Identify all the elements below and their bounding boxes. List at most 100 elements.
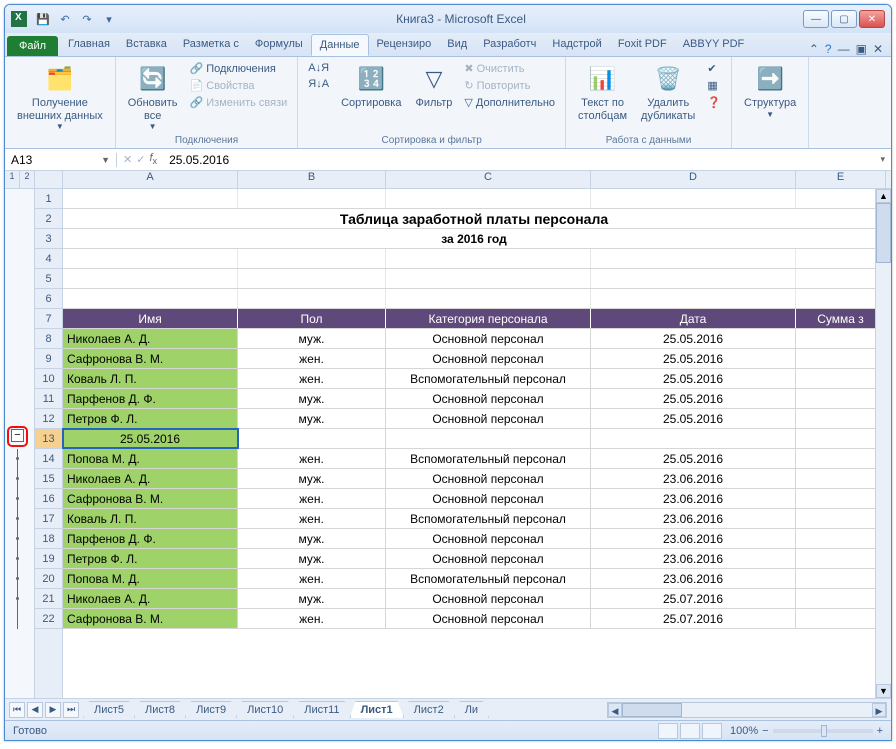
cell[interactable]: Сафронова В. М.: [63, 609, 238, 628]
sheet-tab[interactable]: Лист5: [83, 701, 135, 718]
row-header[interactable]: 22: [35, 609, 62, 629]
sort-za-button[interactable]: Я↓А: [306, 77, 331, 91]
mdi-minimize-icon[interactable]: —: [838, 42, 850, 56]
cell[interactable]: [796, 569, 886, 588]
outline-button[interactable]: ➡️Структура▼: [740, 61, 800, 121]
cell[interactable]: 23.06.2016: [591, 529, 796, 548]
cell[interactable]: Вспомогательный персонал: [386, 509, 591, 528]
chevron-down-icon[interactable]: ▼: [101, 155, 110, 165]
sheet-tab[interactable]: Лист9: [185, 701, 237, 718]
file-tab[interactable]: Файл: [7, 36, 58, 56]
qat-undo-icon[interactable]: ↶: [55, 9, 75, 29]
sheet-tab[interactable]: Лист2: [403, 701, 455, 718]
outline-level-1[interactable]: 1: [5, 171, 20, 188]
cell[interactable]: Петров Ф. Л.: [63, 409, 238, 428]
ribbon-tab-9[interactable]: Foxit PDF: [610, 34, 675, 56]
cell[interactable]: Коваль Л. П.: [63, 369, 238, 388]
cell[interactable]: Сумма з: [796, 309, 886, 328]
cell[interactable]: Таблица заработной платы персонала: [63, 209, 886, 228]
cell[interactable]: [386, 189, 591, 208]
cell[interactable]: муж.: [238, 389, 386, 408]
row-header[interactable]: 20: [35, 569, 62, 589]
get-external-data-button[interactable]: 🗂️ Получение внешних данных ▼: [13, 61, 107, 133]
qat-redo-icon[interactable]: ↷: [77, 9, 97, 29]
cell[interactable]: [63, 189, 238, 208]
ribbon-tab-2[interactable]: Разметка с: [175, 34, 247, 56]
cell[interactable]: [796, 429, 886, 448]
cell[interactable]: жен.: [238, 369, 386, 388]
row-header[interactable]: 12: [35, 409, 62, 429]
cell[interactable]: Коваль Л. П.: [63, 509, 238, 528]
row-header[interactable]: 8: [35, 329, 62, 349]
zoom-slider[interactable]: [773, 729, 873, 733]
cell[interactable]: [796, 189, 886, 208]
reapply-button[interactable]: ↻Повторить: [462, 78, 557, 93]
cell[interactable]: 25.07.2016: [591, 589, 796, 608]
minimize-button[interactable]: —: [803, 10, 829, 28]
cell[interactable]: [591, 429, 796, 448]
prev-sheet-button[interactable]: ◀: [27, 702, 43, 718]
ribbon-tab-10[interactable]: ABBYY PDF: [675, 34, 753, 56]
row-header[interactable]: 7: [35, 309, 62, 329]
cell[interactable]: [591, 289, 796, 308]
sheet-tab[interactable]: Лист10: [236, 701, 294, 718]
cell[interactable]: [796, 249, 886, 268]
outline-level-2[interactable]: 2: [20, 171, 35, 188]
column-header-A[interactable]: A: [63, 171, 238, 188]
cell[interactable]: жен.: [238, 509, 386, 528]
cell[interactable]: Основной персонал: [386, 589, 591, 608]
zoom-in-button[interactable]: +: [877, 725, 883, 737]
row-header[interactable]: 6: [35, 289, 62, 309]
row-header[interactable]: 17: [35, 509, 62, 529]
cell[interactable]: жен.: [238, 569, 386, 588]
column-header-D[interactable]: D: [591, 171, 796, 188]
cell[interactable]: Петров Ф. Л.: [63, 549, 238, 568]
scroll-right-icon[interactable]: ▶: [872, 703, 886, 717]
cell[interactable]: Основной персонал: [386, 549, 591, 568]
cell[interactable]: 25.05.2016: [591, 449, 796, 468]
properties-button[interactable]: 📄Свойства: [188, 78, 290, 93]
edit-links-button[interactable]: 🔗Изменить связи: [188, 95, 290, 110]
cell[interactable]: муж.: [238, 409, 386, 428]
row-header[interactable]: 18: [35, 529, 62, 549]
qat-save-icon[interactable]: 💾: [33, 9, 53, 29]
cell[interactable]: Основной персонал: [386, 349, 591, 368]
sheet-tab[interactable]: Лист1: [350, 701, 404, 718]
normal-view-button[interactable]: [658, 723, 678, 739]
cell[interactable]: 25.05.2016: [591, 409, 796, 428]
scroll-left-icon[interactable]: ◀: [608, 703, 622, 717]
cell[interactable]: Пол: [238, 309, 386, 328]
cell[interactable]: [796, 469, 886, 488]
cell[interactable]: [238, 269, 386, 288]
sheet-tab[interactable]: Ли: [454, 701, 489, 718]
formula-input[interactable]: 25.05.2016: [163, 153, 874, 167]
cell[interactable]: Основной персонал: [386, 529, 591, 548]
cell[interactable]: жен.: [238, 489, 386, 508]
cell[interactable]: Парфенов Д. Ф.: [63, 529, 238, 548]
cell[interactable]: Попова М. Д.: [63, 569, 238, 588]
cell[interactable]: [591, 189, 796, 208]
close-button[interactable]: ✕: [859, 10, 885, 28]
next-sheet-button[interactable]: ▶: [45, 702, 61, 718]
advanced-filter-button[interactable]: ▽Дополнительно: [462, 95, 557, 110]
row-header[interactable]: 2: [35, 209, 62, 229]
whatif-button[interactable]: ❓: [705, 95, 723, 110]
cell[interactable]: [796, 589, 886, 608]
cell[interactable]: 23.06.2016: [591, 489, 796, 508]
refresh-all-button[interactable]: 🔄 Обновить все ▼: [124, 61, 182, 133]
cell[interactable]: 23.06.2016: [591, 569, 796, 588]
accept-formula-icon[interactable]: ✓: [136, 153, 145, 166]
cell[interactable]: Дата: [591, 309, 796, 328]
cell[interactable]: [796, 409, 886, 428]
zoom-level[interactable]: 100%: [730, 725, 758, 737]
ribbon-tab-5[interactable]: Рецензиро: [369, 34, 440, 56]
cell[interactable]: [796, 269, 886, 288]
cell[interactable]: [238, 249, 386, 268]
consolidate-button[interactable]: ▦: [705, 78, 723, 93]
row-header[interactable]: 9: [35, 349, 62, 369]
sheet-tab[interactable]: Лист8: [134, 701, 186, 718]
row-header[interactable]: 16: [35, 489, 62, 509]
worksheet-grid[interactable]: 1 2 ABCDE − 1234567891011121314151617181…: [5, 171, 891, 698]
cell[interactable]: [796, 489, 886, 508]
cell[interactable]: [63, 289, 238, 308]
